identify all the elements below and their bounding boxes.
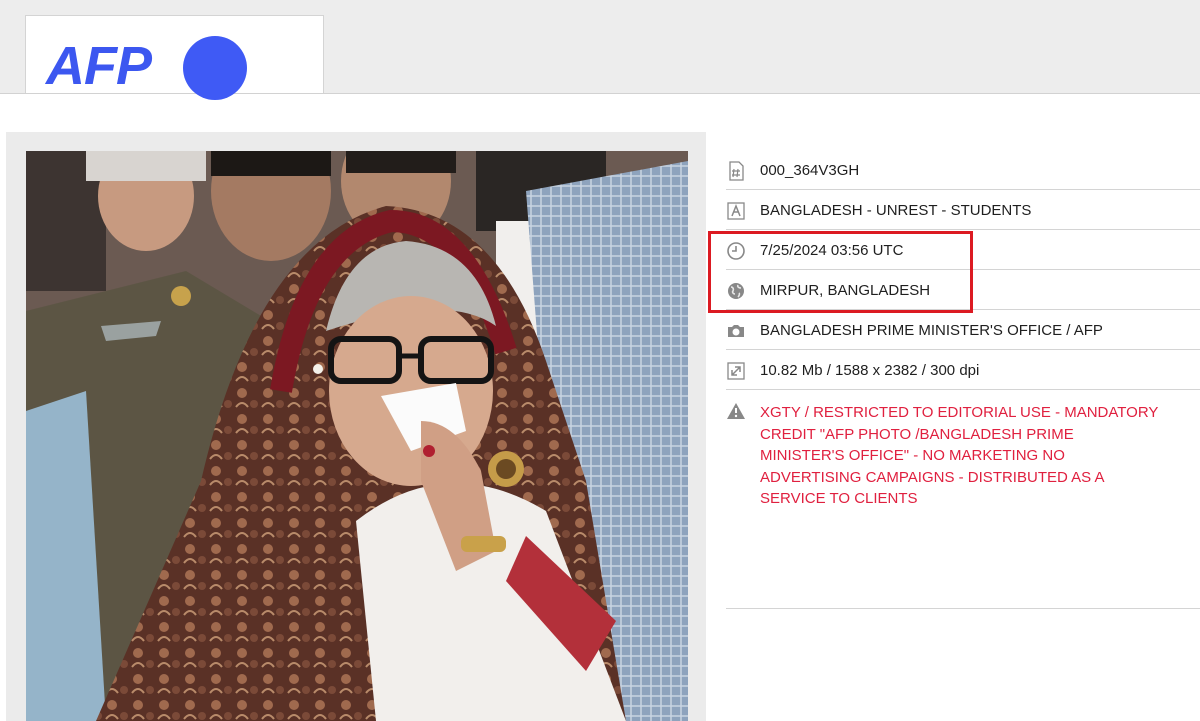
meta-row-id: 000_364V3GH: [726, 150, 1200, 190]
photo-illustration: [26, 151, 688, 721]
usage-restrictions: XGTY / RESTRICTED TO EDITORIAL USE - MAN…: [760, 404, 1159, 507]
photo-metadata: 000_364V3GH BANGLADESH - UNREST - STUDEN…: [726, 150, 1200, 609]
photo-id: 000_364V3GH: [760, 162, 860, 179]
resize-icon: [727, 362, 745, 380]
news-photo[interactable]: [26, 151, 688, 721]
logo-tab[interactable]: AFP: [25, 15, 324, 100]
camera-icon: [728, 325, 744, 337]
photo-file-size: 10.82 Mb / 1588 x 2382 / 300 dpi: [760, 362, 980, 379]
meta-row-restrictions: XGTY / RESTRICTED TO EDITORIAL USE - MAN…: [726, 390, 1200, 609]
meta-row-caption: BANGLADESH - UNREST - STUDENTS: [726, 190, 1200, 230]
top-bar: AFP: [0, 0, 1200, 100]
photo-credit: BANGLADESH PRIME MINISTER'S OFFICE / AFP: [760, 322, 1103, 339]
afp-logo-text: AFP: [46, 36, 152, 96]
photo-caption: BANGLADESH - UNREST - STUDENTS: [760, 202, 1032, 219]
warning-icon: [727, 403, 745, 419]
afp-logo-dot: [183, 36, 247, 100]
meta-row-credit: BANGLADESH PRIME MINISTER'S OFFICE / AFP: [726, 310, 1200, 350]
meta-row-size: 10.82 Mb / 1588 x 2382 / 300 dpi: [726, 350, 1200, 390]
hash-icon: [729, 161, 744, 181]
highlight-box: [708, 231, 973, 313]
photo-panel: [6, 132, 706, 721]
caption-icon: [727, 202, 745, 220]
